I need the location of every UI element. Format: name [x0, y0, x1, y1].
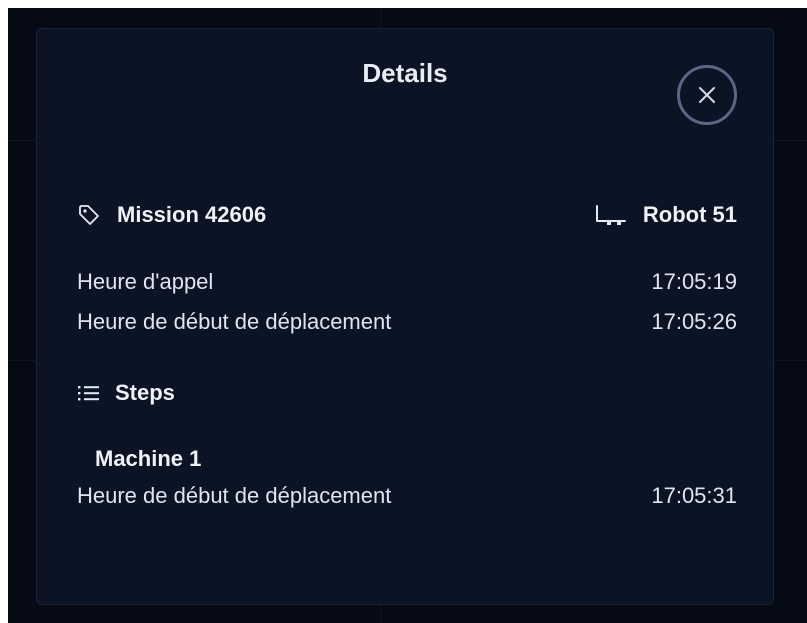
mission-label: Mission 42606 — [117, 202, 267, 227]
dialog-title: Details — [362, 58, 448, 88]
time-value: 17:05:26 — [651, 309, 737, 334]
close-icon — [697, 85, 717, 105]
time-row: Heure d'appel 17:05:19 — [77, 268, 737, 296]
details-dialog: Details Mission 42606 Robot 51 Heure d'a… — [36, 28, 774, 605]
tag-icon — [77, 203, 101, 227]
time-row: Heure de début de déplacement 17:05:26 — [77, 308, 737, 336]
step-time-value: 17:05:31 — [651, 483, 737, 508]
mission-id: Mission 42606 — [77, 202, 266, 228]
steps-label: Steps — [115, 380, 175, 405]
step-time-label: Heure de début de déplacement — [77, 483, 392, 508]
time-value: 17:05:19 — [651, 269, 737, 294]
list-icon — [77, 383, 101, 403]
time-label: Heure d'appel — [77, 269, 214, 294]
mission-header-row: Mission 42606 Robot 51 — [77, 201, 737, 229]
robot-cart-icon — [593, 203, 629, 227]
close-button[interactable] — [677, 65, 737, 125]
robot-label: Robot 51 — [642, 202, 737, 227]
robot-id: Robot 51 — [593, 202, 737, 228]
step-time-row: Heure de début de déplacement 17:05:31 — [77, 482, 737, 510]
time-label: Heure de début de déplacement — [77, 309, 392, 334]
step-title: Machine 1 — [95, 446, 202, 471]
steps-heading: Steps — [77, 379, 175, 407]
